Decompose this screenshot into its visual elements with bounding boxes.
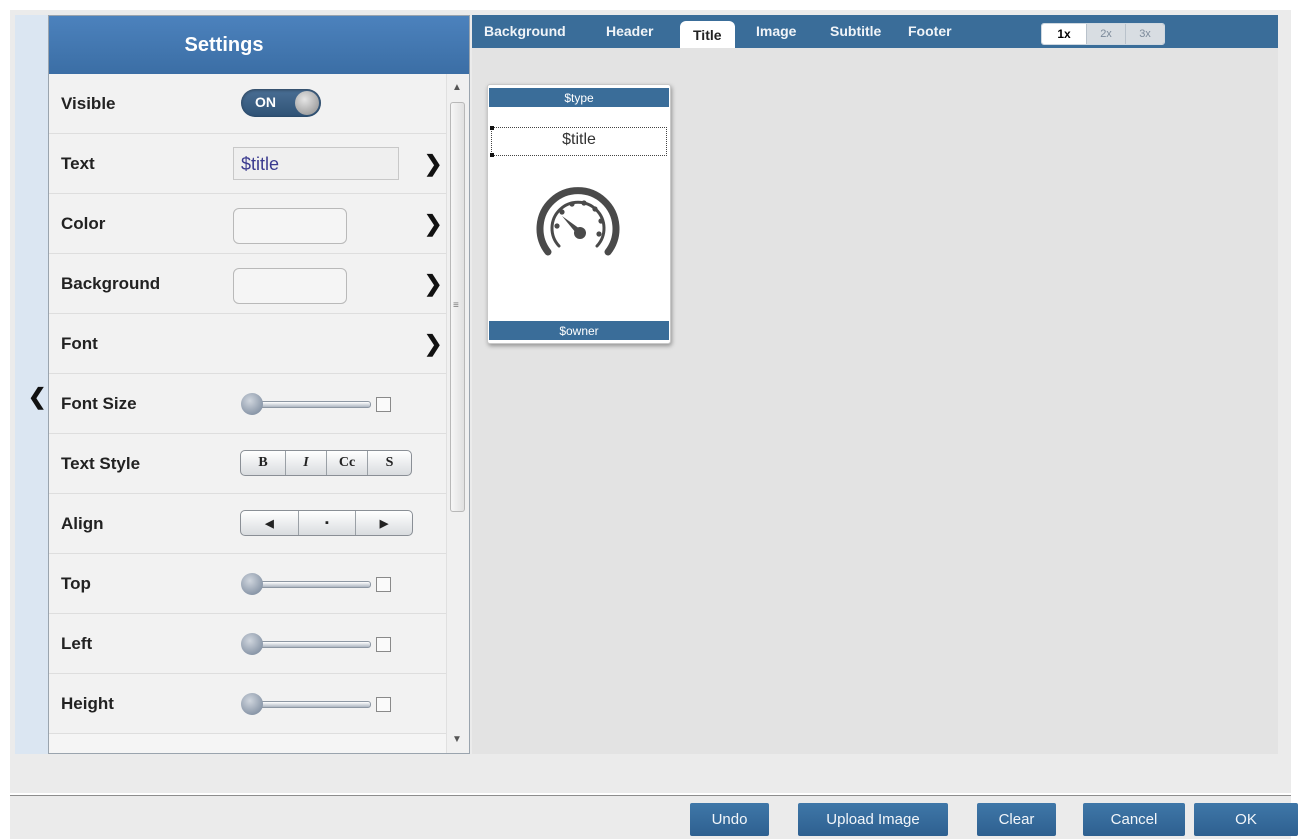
chevron-right-icon[interactable]: ❯ bbox=[424, 153, 442, 175]
align-left-button[interactable]: ◀ bbox=[241, 511, 299, 535]
font-size-checkbox[interactable] bbox=[376, 397, 391, 412]
setting-row-font-size: Font Size bbox=[49, 374, 446, 434]
scroll-up-icon[interactable]: ▲ bbox=[452, 82, 462, 93]
undo-button[interactable]: Undo bbox=[690, 803, 769, 836]
italic-button[interactable]: I bbox=[286, 451, 327, 475]
strikethrough-button[interactable]: S bbox=[368, 451, 411, 475]
tab-header[interactable]: Header bbox=[606, 23, 653, 39]
grip-icon: ≡ bbox=[453, 300, 459, 311]
bold-button[interactable]: B bbox=[241, 451, 286, 475]
slider-track bbox=[251, 641, 371, 648]
tab-footer[interactable]: Footer bbox=[908, 23, 952, 39]
setting-row-color: Color ❯ bbox=[49, 194, 446, 254]
visible-toggle[interactable]: ON bbox=[241, 89, 321, 117]
tile-preview[interactable]: $type $title $owner bbox=[487, 84, 671, 344]
color-picker-field[interactable] bbox=[233, 208, 347, 244]
slider-thumb[interactable] bbox=[241, 633, 263, 655]
align-right-button[interactable]: ▶ bbox=[356, 511, 412, 535]
chevron-left-icon[interactable]: ❮ bbox=[28, 386, 46, 408]
slider-thumb[interactable] bbox=[241, 573, 263, 595]
setting-row-background: Background ❯ bbox=[49, 254, 446, 314]
slider-thumb[interactable] bbox=[241, 393, 263, 415]
settings-rows: Visible ON Text $title ❯ Color ❯ Backgro… bbox=[49, 74, 446, 734]
setting-row-height: Height bbox=[49, 674, 446, 734]
resize-handle[interactable] bbox=[490, 153, 494, 157]
zoom-selector: 1x 2x 3x bbox=[1041, 23, 1165, 45]
toggle-knob bbox=[295, 91, 319, 115]
height-checkbox[interactable] bbox=[376, 697, 391, 712]
slider-track bbox=[251, 401, 371, 408]
tab-background[interactable]: Background bbox=[484, 23, 566, 39]
upload-image-button[interactable]: Upload Image bbox=[798, 803, 948, 836]
ok-button[interactable]: OK bbox=[1194, 803, 1298, 836]
zoom-3x-button[interactable]: 3x bbox=[1126, 24, 1164, 44]
setting-label: Left bbox=[61, 634, 93, 653]
tab-title[interactable]: Title bbox=[680, 21, 735, 48]
setting-label: Visible bbox=[61, 94, 116, 113]
setting-label: Color bbox=[61, 214, 106, 233]
settings-title: Settings bbox=[184, 33, 264, 56]
setting-row-top: Top bbox=[49, 554, 446, 614]
settings-scrollbar[interactable]: ▲ ≡ ▼ bbox=[446, 74, 469, 753]
scroll-down-icon[interactable]: ▼ bbox=[452, 734, 462, 745]
setting-label: Font bbox=[61, 334, 98, 353]
setting-label: Background bbox=[61, 274, 161, 293]
setting-label: Align bbox=[61, 514, 104, 533]
setting-label: Text Style bbox=[61, 454, 141, 473]
slider-track bbox=[251, 581, 371, 588]
chevron-right-icon[interactable]: ❯ bbox=[424, 213, 442, 235]
chevron-right-icon[interactable]: ❯ bbox=[424, 333, 442, 355]
left-checkbox[interactable] bbox=[376, 637, 391, 652]
setting-row-font: Font ❯ bbox=[49, 314, 446, 374]
setting-row-align: Align ◀ ▪ ▶ bbox=[49, 494, 446, 554]
cancel-button[interactable]: Cancel bbox=[1083, 803, 1185, 836]
slider-track bbox=[251, 701, 371, 708]
background-picker-field[interactable] bbox=[233, 268, 347, 304]
setting-row-text-style: Text Style B I Cc S bbox=[49, 434, 446, 494]
slider-thumb[interactable] bbox=[241, 693, 263, 715]
preview-title: $title bbox=[562, 131, 596, 148]
preview-footer: $owner bbox=[489, 321, 669, 340]
left-slider[interactable] bbox=[241, 633, 401, 655]
font-size-slider[interactable] bbox=[241, 393, 401, 415]
setting-label: Text bbox=[61, 154, 95, 173]
speedometer-icon bbox=[536, 187, 620, 256]
chevron-right-icon[interactable]: ❯ bbox=[424, 273, 442, 295]
toggle-label: ON bbox=[255, 94, 276, 110]
zoom-1x-button[interactable]: 1x bbox=[1042, 24, 1087, 44]
setting-label: Height bbox=[61, 694, 114, 713]
top-checkbox[interactable] bbox=[376, 577, 391, 592]
top-slider[interactable] bbox=[241, 573, 401, 595]
settings-panel: Settings Visible ON Text $title ❯ Color … bbox=[48, 15, 470, 754]
tab-subtitle[interactable]: Subtitle bbox=[830, 23, 881, 39]
setting-row-text: Text $title ❯ bbox=[49, 134, 446, 194]
tab-image[interactable]: Image bbox=[756, 23, 796, 39]
setting-label: Font Size bbox=[61, 394, 137, 413]
setting-row-visible: Visible ON bbox=[49, 74, 446, 134]
align-buttons: ◀ ▪ ▶ bbox=[240, 510, 413, 536]
clear-button[interactable]: Clear bbox=[977, 803, 1056, 836]
setting-label: Top bbox=[61, 574, 91, 593]
text-input[interactable]: $title bbox=[233, 147, 399, 180]
preview-title-selection[interactable]: $title bbox=[490, 126, 667, 157]
align-center-button[interactable]: ▪ bbox=[299, 511, 356, 535]
height-slider[interactable] bbox=[241, 693, 401, 715]
setting-row-left: Left bbox=[49, 614, 446, 674]
preview-header: $type bbox=[489, 88, 669, 107]
text-style-buttons: B I Cc S bbox=[240, 450, 412, 476]
resize-handle[interactable] bbox=[490, 126, 494, 130]
zoom-2x-button[interactable]: 2x bbox=[1087, 24, 1126, 44]
smallcaps-button[interactable]: Cc bbox=[327, 451, 368, 475]
settings-header: Settings bbox=[49, 16, 469, 74]
